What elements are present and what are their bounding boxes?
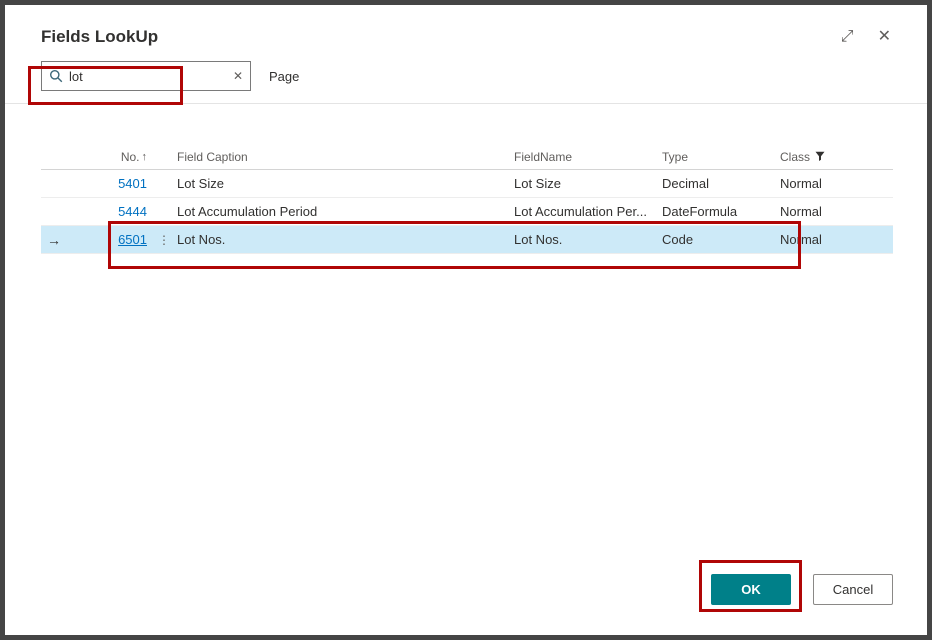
table-row[interactable]: 5444 Lot Accumulation Period Lot Accumul…	[41, 198, 893, 226]
cell-class: Normal	[780, 176, 822, 191]
cell-class: Normal	[780, 204, 822, 219]
table-row-selected[interactable]: → 6501 ⋮ Lot Nos. Lot Nos. Code Normal	[41, 226, 893, 254]
search-row: ✕ Page	[5, 61, 927, 104]
column-header-class[interactable]: Class	[780, 150, 893, 164]
cell-field-caption: Lot Accumulation Period	[177, 204, 318, 219]
cell-fieldname: Lot Size	[514, 176, 561, 191]
sort-ascending-icon: ↑	[141, 150, 148, 163]
cell-type: Decimal	[662, 176, 709, 191]
ok-button[interactable]: OK	[711, 574, 791, 605]
search-scope-label: Page	[269, 68, 300, 84]
cell-field-caption: Lot Nos.	[177, 232, 226, 247]
fields-lookup-dialog: Fields LookUp ⤢ ✕ ✕ Page No. ↑	[5, 5, 927, 635]
cell-type: DateFormula	[662, 204, 738, 219]
column-header-no[interactable]: No. ↑	[111, 150, 151, 164]
dialog-title: Fields LookUp	[41, 27, 159, 46]
cell-fieldname: Lot Accumulation Per...	[514, 204, 647, 219]
dialog-titlebar: Fields LookUp ⤢ ✕	[5, 5, 927, 47]
table-header-row: No. ↑ Field Caption FieldName Type Class	[41, 144, 893, 170]
cell-type: Code	[662, 232, 694, 247]
column-header-fieldname[interactable]: FieldName	[514, 150, 662, 164]
cancel-button[interactable]: Cancel	[813, 574, 893, 605]
cell-class: Normal	[780, 232, 822, 247]
table-row[interactable]: 5401 Lot Size Lot Size Decimal Normal	[41, 170, 893, 198]
column-header-field-caption[interactable]: Field Caption	[177, 150, 514, 164]
row-menu-icon[interactable]: ⋮	[151, 233, 177, 247]
resize-icon[interactable]: ⤢	[841, 29, 854, 45]
filter-icon	[815, 150, 825, 164]
row-no-link[interactable]: 5401	[118, 176, 147, 191]
row-no-link[interactable]: 5444	[118, 204, 147, 219]
column-header-no-label: No.	[120, 149, 140, 164]
dialog-footer: OK Cancel	[711, 574, 893, 605]
cell-fieldname: Lot Nos.	[514, 232, 563, 247]
search-input-container[interactable]: ✕	[41, 61, 251, 91]
row-no-link[interactable]: 6501	[118, 232, 147, 247]
selected-row-pointer-icon: →	[47, 231, 61, 248]
fields-table: No. ↑ Field Caption FieldName Type Class…	[41, 144, 893, 254]
titlebar-icons: ⤢ ✕	[841, 29, 891, 45]
close-icon[interactable]: ✕	[878, 29, 891, 45]
search-input[interactable]	[69, 68, 227, 84]
column-header-class-label: Class	[780, 149, 811, 164]
cell-field-caption: Lot Size	[177, 176, 224, 191]
search-icon	[49, 69, 63, 83]
clear-search-icon[interactable]: ✕	[227, 70, 243, 82]
column-header-type[interactable]: Type	[662, 150, 780, 164]
